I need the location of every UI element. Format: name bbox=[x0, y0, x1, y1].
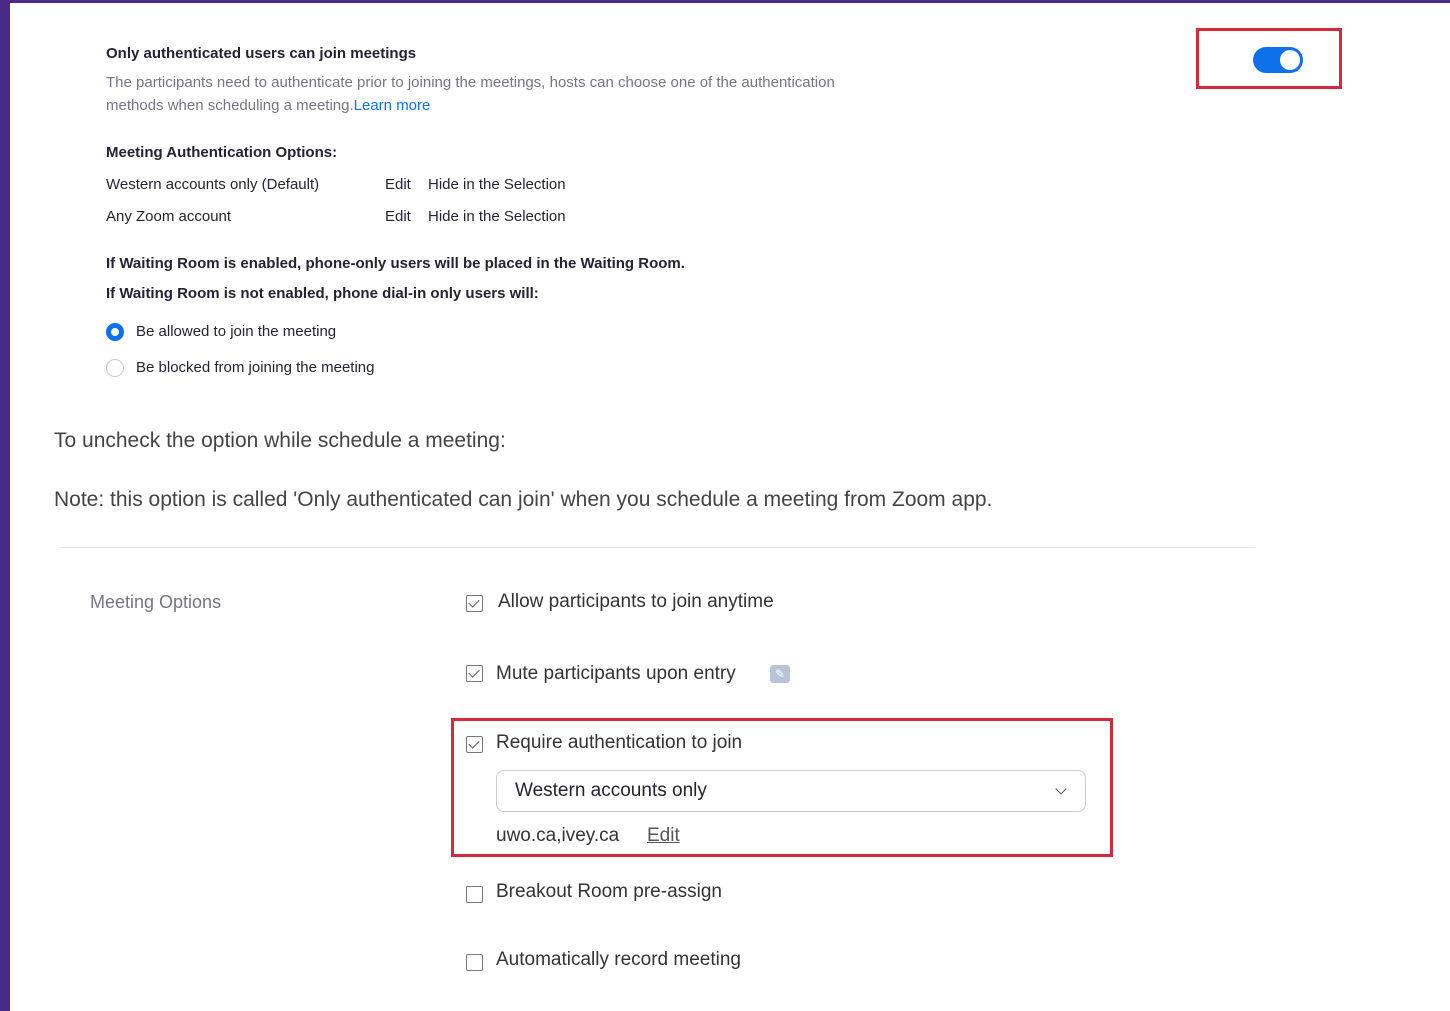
waiting-room-note-2: If Waiting Room is not enabled, phone di… bbox=[106, 285, 539, 302]
breakout-preassign-label: Breakout Room pre-assign bbox=[496, 881, 722, 902]
learn-more-link[interactable]: Learn more bbox=[354, 97, 431, 114]
check-icon bbox=[468, 666, 480, 678]
instruction-line-2: Note: this option is called 'Only authen… bbox=[54, 488, 993, 511]
radio-allowed[interactable] bbox=[106, 323, 124, 341]
require-auth-label: Require authentication to join bbox=[496, 732, 743, 753]
radio-blocked[interactable] bbox=[106, 359, 124, 377]
instruction-line-1: To uncheck the option while schedule a m… bbox=[54, 429, 506, 452]
breakout-preassign-checkbox[interactable] bbox=[466, 886, 483, 903]
auto-record-checkbox[interactable] bbox=[466, 954, 483, 971]
require-auth-checkbox[interactable] bbox=[466, 736, 483, 753]
toggle-highlight-box bbox=[1196, 28, 1342, 89]
waiting-room-note-1: If Waiting Room is enabled, phone-only u… bbox=[106, 255, 685, 272]
auth-method-select[interactable]: Western accounts only bbox=[496, 770, 1086, 812]
auth-option-name: Western accounts only (Default) bbox=[106, 176, 320, 193]
auth-setting-title: Only authenticated users can join meetin… bbox=[106, 45, 417, 62]
divider bbox=[60, 547, 1255, 548]
settings-page: Only authenticated users can join meetin… bbox=[10, 3, 1450, 1011]
auth-options-heading: Meeting Authentication Options: bbox=[106, 144, 338, 161]
auth-option-edit-link[interactable]: Edit bbox=[385, 208, 411, 225]
meeting-options-label: Meeting Options bbox=[90, 592, 222, 612]
chevron-down-icon bbox=[1055, 783, 1067, 795]
auto-record-label: Automatically record meeting bbox=[496, 949, 741, 970]
mute-upon-entry-checkbox[interactable] bbox=[466, 665, 483, 682]
auth-method-value: Western accounts only bbox=[515, 780, 707, 801]
auth-domains: uwo.ca,ivey.ca bbox=[496, 825, 620, 846]
auth-setting-description-2: methods when scheduling a meeting.Learn … bbox=[106, 97, 431, 114]
check-icon bbox=[468, 596, 480, 608]
radio-allowed-label: Be allowed to join the meeting bbox=[136, 323, 337, 340]
auth-option-name: Any Zoom account bbox=[106, 208, 232, 225]
domains-edit-link[interactable]: Edit bbox=[647, 825, 680, 847]
auth-option-hide-link[interactable]: Hide in the Selection bbox=[428, 208, 566, 225]
edit-info-icon[interactable]: ✎ bbox=[770, 665, 790, 683]
auth-setting-description-1: The participants need to authenticate pr… bbox=[106, 74, 835, 91]
check-icon bbox=[468, 737, 480, 749]
auth-option-edit-link[interactable]: Edit bbox=[385, 176, 411, 193]
radio-blocked-label: Be blocked from joining the meeting bbox=[136, 359, 375, 376]
mute-upon-entry-label: Mute participants upon entry bbox=[496, 663, 736, 684]
allow-join-anytime-checkbox[interactable] bbox=[466, 595, 483, 612]
auth-option-hide-link[interactable]: Hide in the Selection bbox=[428, 176, 566, 193]
allow-join-anytime-label: Allow participants to join anytime bbox=[498, 591, 774, 612]
